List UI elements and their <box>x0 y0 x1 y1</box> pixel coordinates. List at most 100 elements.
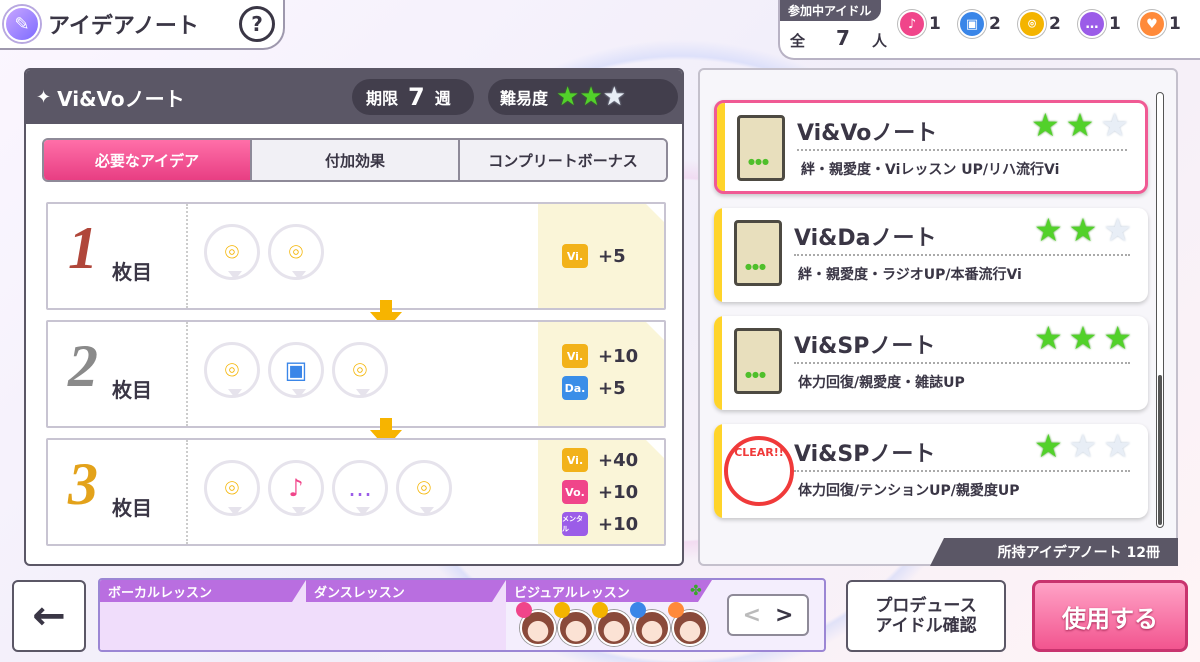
star-icon: ★ <box>1100 106 1129 144</box>
speaker-icon: ▣ <box>958 10 986 38</box>
notebook-card[interactable]: Vi&SPノート★★★体力回復/親愛度・雑誌UP <box>714 316 1148 410</box>
bonus-item: Da. +5 <box>562 376 626 400</box>
star-icon: ★ <box>1068 427 1098 465</box>
notebook-name: Vi&Daノート <box>794 226 937 251</box>
idea-step-row: 1 枚目 ⌾ ⌾ Vi. +5 <box>46 202 666 310</box>
party-group: ♥ 1 <box>1138 10 1181 38</box>
stat-badge: Da. <box>562 376 588 400</box>
lesson-pager: < > <box>727 594 809 636</box>
bonus-value: +10 <box>598 481 639 503</box>
notebook-card[interactable]: CLEAR!! Vi&SPノート ★ ★ ★ 体力回復/テンションUP/親愛度UP <box>714 424 1148 518</box>
page-title: アイデアノート <box>48 14 199 39</box>
idol-type-badge <box>630 602 646 618</box>
notebook-description: 絆・親愛度・Viレッスン UP/リハ流行Vi <box>801 162 1060 178</box>
mirror-icon: ⌾ <box>268 224 324 280</box>
card-stripe <box>714 208 722 302</box>
detail-tabs: 必要なアイデア 付加効果 コンプリートボーナス <box>42 138 668 182</box>
stat-badge: Vi. <box>562 448 588 472</box>
step-bonus: Vi. +40 Vo. +10 メンタル +10 <box>538 440 664 544</box>
divider <box>794 362 1130 364</box>
help-button[interactable]: ? <box>239 6 275 42</box>
star-icon: ★ <box>1033 427 1063 465</box>
next-page-button[interactable]: > <box>775 603 793 628</box>
chat-icon: … <box>1078 10 1106 38</box>
step-suffix: 枚目 <box>112 378 152 402</box>
star-icon: ★ <box>1033 211 1063 249</box>
lesson-slot: ボーカルレッスン <box>100 580 306 650</box>
step-bonus: Vi. +5 <box>538 204 664 308</box>
mic-icon: ♪ <box>898 10 926 38</box>
prev-page-button[interactable]: < <box>743 603 761 628</box>
notebook-stars: ★ ★ ★ <box>1034 214 1132 246</box>
lesson-label: ボーカルレッスン <box>100 580 306 602</box>
step-suffix: 枚目 <box>112 496 152 520</box>
notebook-description: 体力回復/テンションUP/親愛度UP <box>798 483 1020 499</box>
mirror-icon: ⌾ <box>1018 10 1046 38</box>
bonus-item: メンタル +10 <box>562 512 638 536</box>
mirror-icon: ⌾ <box>396 460 452 516</box>
tab-0[interactable]: 必要なアイデア <box>44 140 252 180</box>
notebook-card[interactable]: Vi&Daノート ★★★ 絆・親愛度・ラジオUP/本番流行Vi <box>714 208 1148 302</box>
total-unit: 人 <box>872 32 888 50</box>
bonus-value: +10 <box>598 345 639 367</box>
idea-step-row: 3 枚目 ⌾ ♪… ⌾ Vi. +40 Vo. +10 メンタル +10 <box>46 438 666 546</box>
notebook-icon <box>734 328 782 394</box>
party-group-count: 2 <box>1049 14 1061 34</box>
mirror-icon: ⌾ <box>204 224 260 280</box>
produce-idol-confirm-button[interactable]: プロデュース アイドル確認 <box>846 580 1006 652</box>
participating-idols-label: 参加中アイドル <box>780 0 882 21</box>
star-icon: ★ <box>1030 106 1060 144</box>
required-ideas: ⌾ ▣ ⌾ <box>204 342 388 398</box>
stat-badge: Vi. <box>562 344 588 368</box>
list-scrollbar[interactable] <box>1156 92 1164 528</box>
total-label: 全 <box>790 32 806 50</box>
idea-step-row: 2 枚目 ⌾ ▣ ⌾ Vi. +10 Da. +5 <box>46 320 666 428</box>
confirm-label-line2: アイドル確認 <box>875 616 977 636</box>
bonus-value: +5 <box>598 377 626 399</box>
notebook-icon <box>734 220 782 286</box>
star-icon: ★ <box>1103 319 1132 357</box>
idol-type-badge <box>592 602 608 618</box>
step-suffix: 枚目 <box>112 260 152 284</box>
lesson-label: ダンスレッスン <box>306 580 506 602</box>
notebook-description: 絆・親愛度・ラジオUP/本番流行Vi <box>798 267 1022 283</box>
deadline-badge: 期限 7 週 <box>352 79 474 115</box>
step-number: 3 <box>68 451 98 517</box>
chat-icon: … <box>332 460 388 516</box>
lesson-slot: ダンスレッスン <box>306 580 506 650</box>
party-group-count: 1 <box>1109 14 1121 34</box>
idol-type-badge <box>554 602 570 618</box>
row-divider <box>186 440 188 544</box>
back-button[interactable]: ← <box>12 580 86 652</box>
divider <box>794 470 1130 472</box>
deadline-label: 期限 <box>366 89 399 108</box>
bonus-value: +5 <box>598 245 626 267</box>
bonus-item: Vi. +5 <box>562 244 626 268</box>
party-group-count: 1 <box>929 14 941 34</box>
deadline-value: 7 <box>408 83 425 111</box>
star-icon: ★ <box>556 82 580 112</box>
scrollbar-thumb[interactable] <box>1158 375 1162 525</box>
divider <box>797 149 1127 151</box>
tab-2[interactable]: コンプリートボーナス <box>460 140 666 180</box>
mic-icon: ♪ <box>268 460 324 516</box>
stat-badge: メンタル <box>562 512 588 536</box>
star-icon: ★ <box>1033 319 1063 357</box>
sparkle-icon: ✦ <box>36 86 52 108</box>
row-divider <box>186 204 188 308</box>
use-button[interactable]: 使用する <box>1032 580 1188 652</box>
difficulty-label: 難易度 <box>500 89 549 108</box>
bonus-value: +10 <box>598 513 639 535</box>
deadline-unit: 週 <box>434 89 451 108</box>
party-group: … 1 <box>1078 10 1121 38</box>
notebook-stars: ★ ★ ★ <box>1034 430 1132 462</box>
idol-type-badge <box>516 602 532 618</box>
arrow-left-icon: ← <box>32 593 66 639</box>
card-stripe <box>717 103 725 191</box>
mirror-icon: ⌾ <box>204 342 260 398</box>
notebook-stars: ★ ★ ★ <box>1034 322 1132 354</box>
notebook-card[interactable]: Vi&Voノート★★★絆・親愛度・Viレッスン UP/リハ流行Vi <box>714 100 1148 194</box>
party-group-count: 2 <box>989 14 1001 34</box>
tab-1[interactable]: 付加効果 <box>252 140 460 180</box>
notebook-name: Vi&SPノート <box>794 442 936 467</box>
